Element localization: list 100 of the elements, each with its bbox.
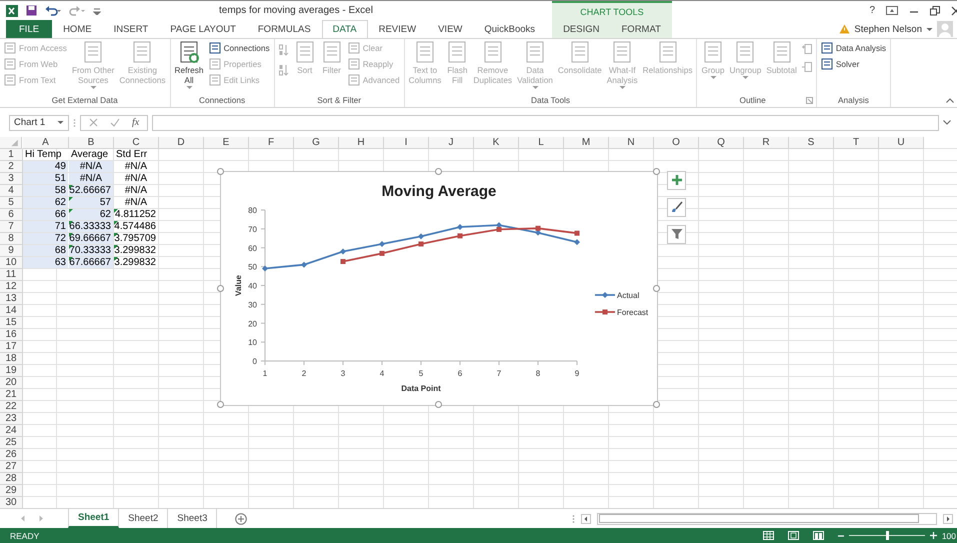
zoom-in-icon[interactable] — [930, 532, 937, 540]
table-cell[interactable]: 51 — [23, 172, 68, 184]
expand-icon[interactable] — [943, 120, 951, 126]
row-header[interactable]: 11 — [0, 268, 23, 281]
ribbon-tab[interactable]: FORMULAS — [246, 20, 322, 38]
resize-handle[interactable] — [653, 168, 660, 175]
column-header[interactable]: E — [204, 136, 249, 149]
column-header[interactable]: U — [879, 136, 924, 149]
ribbon-button[interactable]: Connections — [208, 41, 270, 55]
row-header[interactable]: 1 — [0, 148, 23, 161]
undo-icon[interactable] — [45, 5, 61, 16]
row-header[interactable]: 7 — [0, 220, 23, 233]
row-header[interactable]: 10 — [0, 256, 23, 269]
column-header[interactable]: C — [114, 136, 159, 149]
row-header[interactable]: 4 — [0, 184, 23, 197]
select-all-icon[interactable] — [0, 136, 22, 149]
table-cell[interactable]: 3.795709 — [114, 232, 158, 244]
table-cell[interactable]: 62 — [69, 208, 113, 220]
table-cell[interactable]: #N/A — [69, 160, 113, 172]
column-header[interactable]: B — [69, 136, 114, 149]
name-box[interactable]: Chart 1 — [9, 114, 69, 131]
ribbon-tab[interactable]: DESIGN — [552, 20, 610, 38]
horizontal-scrollbar[interactable] — [597, 512, 937, 525]
row-header[interactable]: 20 — [0, 376, 23, 389]
table-cell[interactable]: 3.299832 — [114, 256, 158, 268]
ribbon-tab[interactable]: REVIEW — [368, 20, 428, 38]
resize-handle[interactable] — [217, 168, 224, 175]
page-layout-icon[interactable] — [788, 531, 799, 540]
row-header[interactable]: 6 — [0, 208, 23, 221]
column-header[interactable]: T — [834, 136, 879, 149]
table-cell[interactable]: 62 — [23, 196, 68, 208]
row-header[interactable]: 13 — [0, 292, 23, 305]
row-header[interactable]: 2 — [0, 160, 23, 173]
normal-view-icon[interactable] — [762, 531, 774, 540]
slider-thumb[interactable] — [886, 531, 889, 540]
ribbon-button[interactable]: Refresh All — [172, 41, 206, 94]
column-header[interactable]: K — [474, 136, 519, 149]
row-header[interactable]: 25 — [0, 436, 23, 449]
ribbon-tab[interactable]: FORMAT — [610, 20, 672, 38]
row-header[interactable]: 8 — [0, 232, 23, 245]
table-cell[interactable]: 4.811252 — [114, 208, 158, 220]
table-cell[interactable]: Average — [69, 148, 113, 160]
ribbon-button[interactable]: Data Analysis — [820, 41, 886, 55]
column-header[interactable]: O — [654, 136, 699, 149]
dialog-launcher-icon[interactable] — [806, 96, 813, 104]
resize-handle[interactable] — [435, 168, 442, 175]
column-header[interactable]: N — [609, 136, 654, 149]
table-cell[interactable]: 58 — [23, 184, 68, 196]
table-cell[interactable]: 49 — [23, 160, 68, 172]
row-header[interactable]: 21 — [0, 388, 23, 401]
zoom-out-icon[interactable] — [838, 532, 844, 539]
table-cell[interactable]: 67.66667 — [69, 256, 113, 268]
column-header[interactable]: Q — [699, 136, 744, 149]
redo-icon[interactable] — [69, 5, 85, 16]
table-cell[interactable]: 72 — [23, 232, 68, 244]
ribbon-display-icon[interactable] — [886, 6, 898, 15]
page-break-icon[interactable] — [812, 531, 824, 540]
insert-function-button[interactable]: fx — [132, 117, 140, 128]
customize-icon[interactable] — [93, 6, 101, 14]
column-header[interactable]: L — [519, 136, 564, 149]
enter-icon[interactable] — [110, 118, 120, 128]
collapse-ribbon-icon[interactable] — [946, 98, 954, 103]
scroll-left-icon[interactable] — [581, 514, 591, 524]
column-header[interactable]: D — [159, 136, 204, 149]
table-cell[interactable]: 71 — [23, 220, 68, 232]
row-header[interactable]: 17 — [0, 340, 23, 353]
row-header[interactable]: 12 — [0, 280, 23, 293]
ribbon-tab[interactable]: HOME — [52, 20, 103, 38]
zoom-level[interactable]: 100 — [942, 530, 957, 541]
column-header[interactable]: J — [429, 136, 474, 149]
scroll-right-icon[interactable] — [943, 514, 953, 524]
excel-logo-icon[interactable] — [6, 4, 18, 16]
row-header[interactable]: 18 — [0, 352, 23, 365]
ribbon-tab[interactable]: DATA — [322, 20, 368, 38]
table-cell[interactable]: 57 — [69, 196, 113, 208]
ribbon-button[interactable]: Solver — [820, 57, 886, 71]
row-header[interactable]: 15 — [0, 316, 23, 329]
save-icon[interactable] — [26, 5, 37, 16]
table-cell[interactable]: 70.33333 — [69, 244, 113, 256]
table-cell[interactable]: 68 — [23, 244, 68, 256]
table-cell[interactable]: #N/A — [114, 160, 158, 172]
column-header[interactable]: S — [789, 136, 834, 149]
row-header[interactable]: 24 — [0, 424, 23, 437]
table-cell[interactable]: Hi Temp — [23, 148, 68, 160]
chart-filters-button[interactable] — [667, 224, 686, 244]
column-header[interactable]: F — [249, 136, 294, 149]
table-cell[interactable]: #N/A — [114, 184, 158, 196]
row-header[interactable]: 28 — [0, 472, 23, 485]
table-cell[interactable]: 66.33333 — [69, 220, 113, 232]
ribbon-tab[interactable]: VIEW — [427, 20, 474, 38]
caret-icon[interactable] — [926, 26, 933, 32]
splitter-icon[interactable] — [572, 514, 575, 524]
resize-handle[interactable] — [653, 284, 660, 292]
row-header[interactable]: 29 — [0, 484, 23, 497]
table-cell[interactable]: 4.574486 — [114, 220, 158, 232]
table-cell[interactable]: 52.66667 — [69, 184, 113, 196]
row-header[interactable]: 27 — [0, 460, 23, 473]
add-sheet-icon[interactable] — [235, 512, 248, 525]
table-cell[interactable]: #N/A — [69, 172, 113, 184]
cancel-icon[interactable] — [89, 118, 98, 128]
